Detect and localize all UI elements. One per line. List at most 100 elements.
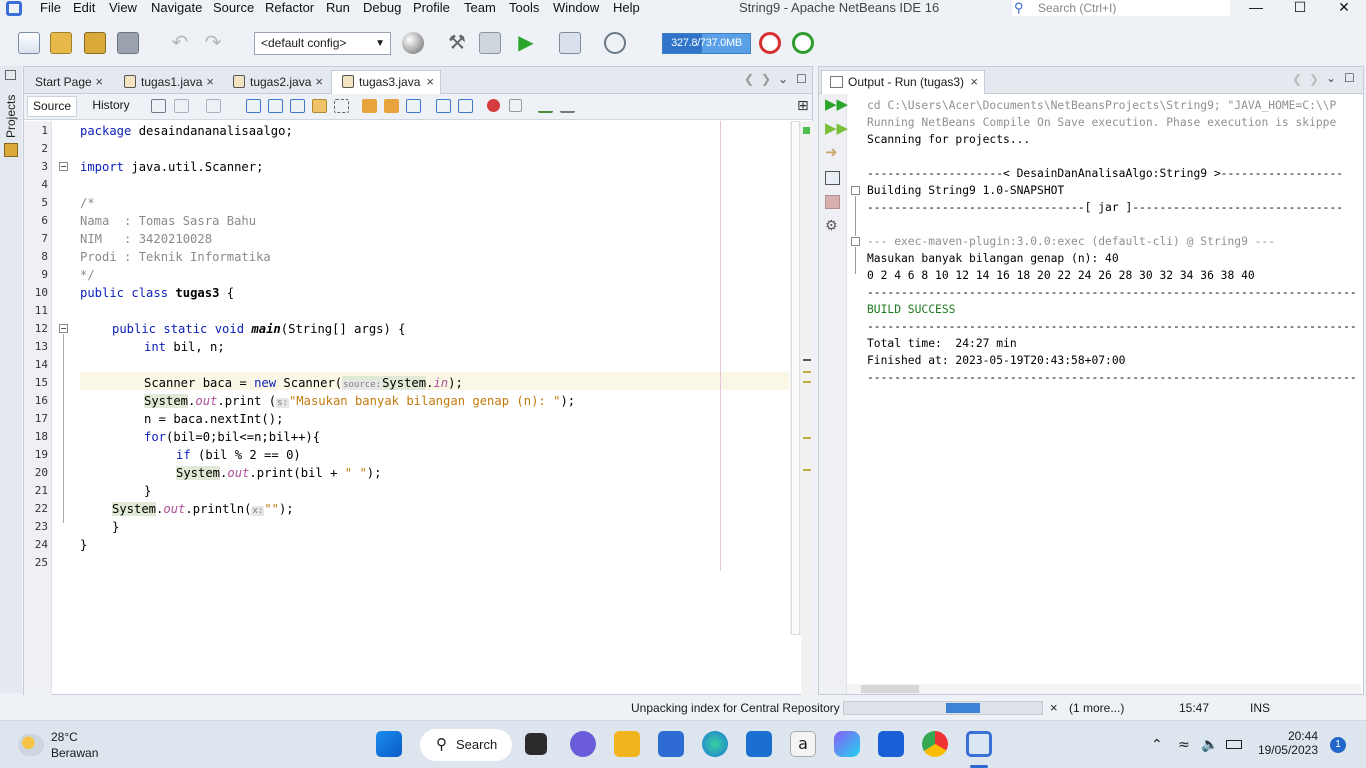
output-hscrollbar[interactable]: [847, 684, 1361, 694]
fold-toggle-icon[interactable]: [851, 237, 860, 246]
find-icon[interactable]: [246, 99, 261, 113]
projects-side-tab[interactable]: Projects: [4, 95, 18, 138]
output-console[interactable]: cd C:\Users\Acer\Documents\NetBeansProje…: [867, 97, 1357, 687]
gc-icon[interactable]: [759, 32, 781, 54]
insert-mode[interactable]: INS: [1250, 701, 1270, 715]
notification-badge[interactable]: 1: [1330, 737, 1346, 753]
maximize-button[interactable]: ☐: [1285, 0, 1315, 17]
split-editor-icon[interactable]: ⊞: [797, 98, 809, 114]
chevron-up-icon[interactable]: ⌃: [1151, 737, 1163, 753]
highlight-marker[interactable]: [803, 381, 811, 383]
menu-window[interactable]: Window: [553, 0, 599, 15]
menu-tools[interactable]: Tools: [509, 0, 539, 15]
highlight-marker[interactable]: [803, 437, 811, 439]
volume-icon[interactable]: 🔈: [1201, 737, 1218, 753]
close-icon[interactable]: ×: [206, 71, 214, 93]
notes-app-icon[interactable]: [658, 731, 684, 757]
taskbar-clock[interactable]: 20:44 19/05/2023: [1250, 729, 1318, 757]
tab-tugas1[interactable]: tugas1.java ×: [113, 70, 221, 94]
chrome-browser-icon[interactable]: [922, 731, 948, 757]
restore-window-icon[interactable]: [5, 70, 16, 80]
toggle-bookmark-icon[interactable]: [406, 99, 421, 113]
close-window-button[interactable]: ✕: [1329, 0, 1359, 17]
menu-run[interactable]: Run: [326, 0, 350, 15]
globe-browser-icon[interactable]: [402, 32, 424, 54]
menu-refactor[interactable]: Refactor: [265, 0, 314, 15]
redo-icon[interactable]: ↷: [202, 32, 224, 54]
next-bookmark-icon[interactable]: [384, 99, 399, 113]
menu-file[interactable]: File: [40, 0, 61, 15]
record-macro-icon[interactable]: [487, 99, 500, 112]
copilot-app-icon[interactable]: [834, 731, 860, 757]
comment-icon[interactable]: [538, 99, 553, 113]
fold-toggle-icon[interactable]: [59, 324, 68, 333]
settings-gear-icon[interactable]: ⚙: [825, 219, 840, 233]
resume-icon[interactable]: ➜: [825, 145, 840, 160]
maximize-panel-icon[interactable]: ☐: [796, 72, 807, 86]
task-view-icon[interactable]: [525, 733, 547, 755]
fold-toggle-icon[interactable]: [851, 186, 860, 195]
menu-debug[interactable]: Debug: [363, 0, 401, 15]
netbeans-taskbar-icon[interactable]: [966, 731, 992, 757]
scroll-right-icon[interactable]: ❯: [761, 72, 771, 86]
projects-icon[interactable]: [4, 143, 18, 157]
previous-bookmark-icon[interactable]: [362, 99, 377, 113]
teams-chat-icon[interactable]: [570, 731, 596, 757]
forward-icon[interactable]: [206, 99, 221, 113]
history-view-button[interactable]: History: [84, 96, 138, 117]
scrollbar-thumb[interactable]: [861, 685, 919, 693]
close-icon[interactable]: ×: [426, 71, 434, 93]
configuration-select[interactable]: <default config> ▼: [254, 32, 391, 55]
highlight-marker[interactable]: [803, 469, 811, 471]
scroll-left-icon[interactable]: ❮: [1292, 72, 1302, 86]
code-area[interactable]: package desaindananalisaalgo; import jav…: [80, 121, 790, 591]
profile-icon[interactable]: [604, 32, 626, 54]
last-edit-icon[interactable]: [151, 99, 166, 113]
cancel-task-icon[interactable]: ×: [1050, 700, 1058, 715]
shift-right-icon[interactable]: [458, 99, 473, 113]
scroll-left-icon[interactable]: ❮: [744, 72, 754, 86]
clean-build-icon[interactable]: [479, 32, 501, 54]
select-icon[interactable]: [334, 99, 349, 113]
rerun-with-options-icon[interactable]: ▶▶: [825, 121, 848, 136]
uncomment-icon[interactable]: [560, 99, 575, 113]
find-next-icon[interactable]: [290, 99, 305, 113]
search-input[interactable]: ⚲ Search (Ctrl+I): [1012, 0, 1230, 16]
chevron-down-icon[interactable]: ⌄: [778, 72, 788, 86]
rerun-icon[interactable]: ▶▶: [825, 97, 848, 112]
close-icon[interactable]: ×: [315, 71, 323, 93]
mail-icon[interactable]: [746, 731, 772, 757]
menu-navigate[interactable]: Navigate: [151, 0, 202, 15]
shift-left-icon[interactable]: [436, 99, 451, 113]
close-icon[interactable]: ×: [970, 71, 978, 93]
stop-icon[interactable]: [825, 195, 840, 209]
inspect-icon[interactable]: [825, 171, 840, 185]
close-icon[interactable]: ×: [95, 71, 103, 93]
scrollbar-thumb[interactable]: [791, 121, 800, 635]
memory-indicator[interactable]: 327.8/737.0MB: [662, 33, 751, 54]
menu-help[interactable]: Help: [613, 0, 640, 15]
menu-view[interactable]: View: [109, 0, 137, 15]
menu-profile[interactable]: Profile: [413, 0, 450, 15]
menu-source[interactable]: Source: [213, 0, 254, 15]
menu-team[interactable]: Team: [464, 0, 496, 15]
tab-start-page[interactable]: Start Page ×: [24, 70, 110, 94]
wifi-icon[interactable]: ≈: [1178, 737, 1190, 753]
task-progress-bar[interactable]: [843, 701, 1043, 715]
back-icon[interactable]: [174, 99, 189, 113]
find-previous-icon[interactable]: [268, 99, 283, 113]
undo-icon[interactable]: ↶: [169, 32, 191, 54]
run-icon[interactable]: ▶: [515, 32, 537, 54]
menu-edit[interactable]: Edit: [73, 0, 95, 15]
more-tasks-link[interactable]: (1 more...): [1069, 701, 1124, 715]
file-explorer-icon[interactable]: [614, 731, 640, 757]
battery-icon[interactable]: [1226, 740, 1242, 749]
minimize-button[interactable]: —: [1241, 0, 1271, 17]
windows-start-icon[interactable]: [376, 731, 402, 757]
source-view-button[interactable]: Source: [27, 96, 77, 117]
fold-toggle-icon[interactable]: [59, 162, 68, 171]
tab-tugas3[interactable]: tugas3.java ×: [331, 70, 441, 94]
taskbar-search-button[interactable]: ⚲ Search: [420, 729, 512, 761]
dropbox-icon[interactable]: [878, 731, 904, 757]
pause-io-icon[interactable]: [792, 32, 814, 54]
